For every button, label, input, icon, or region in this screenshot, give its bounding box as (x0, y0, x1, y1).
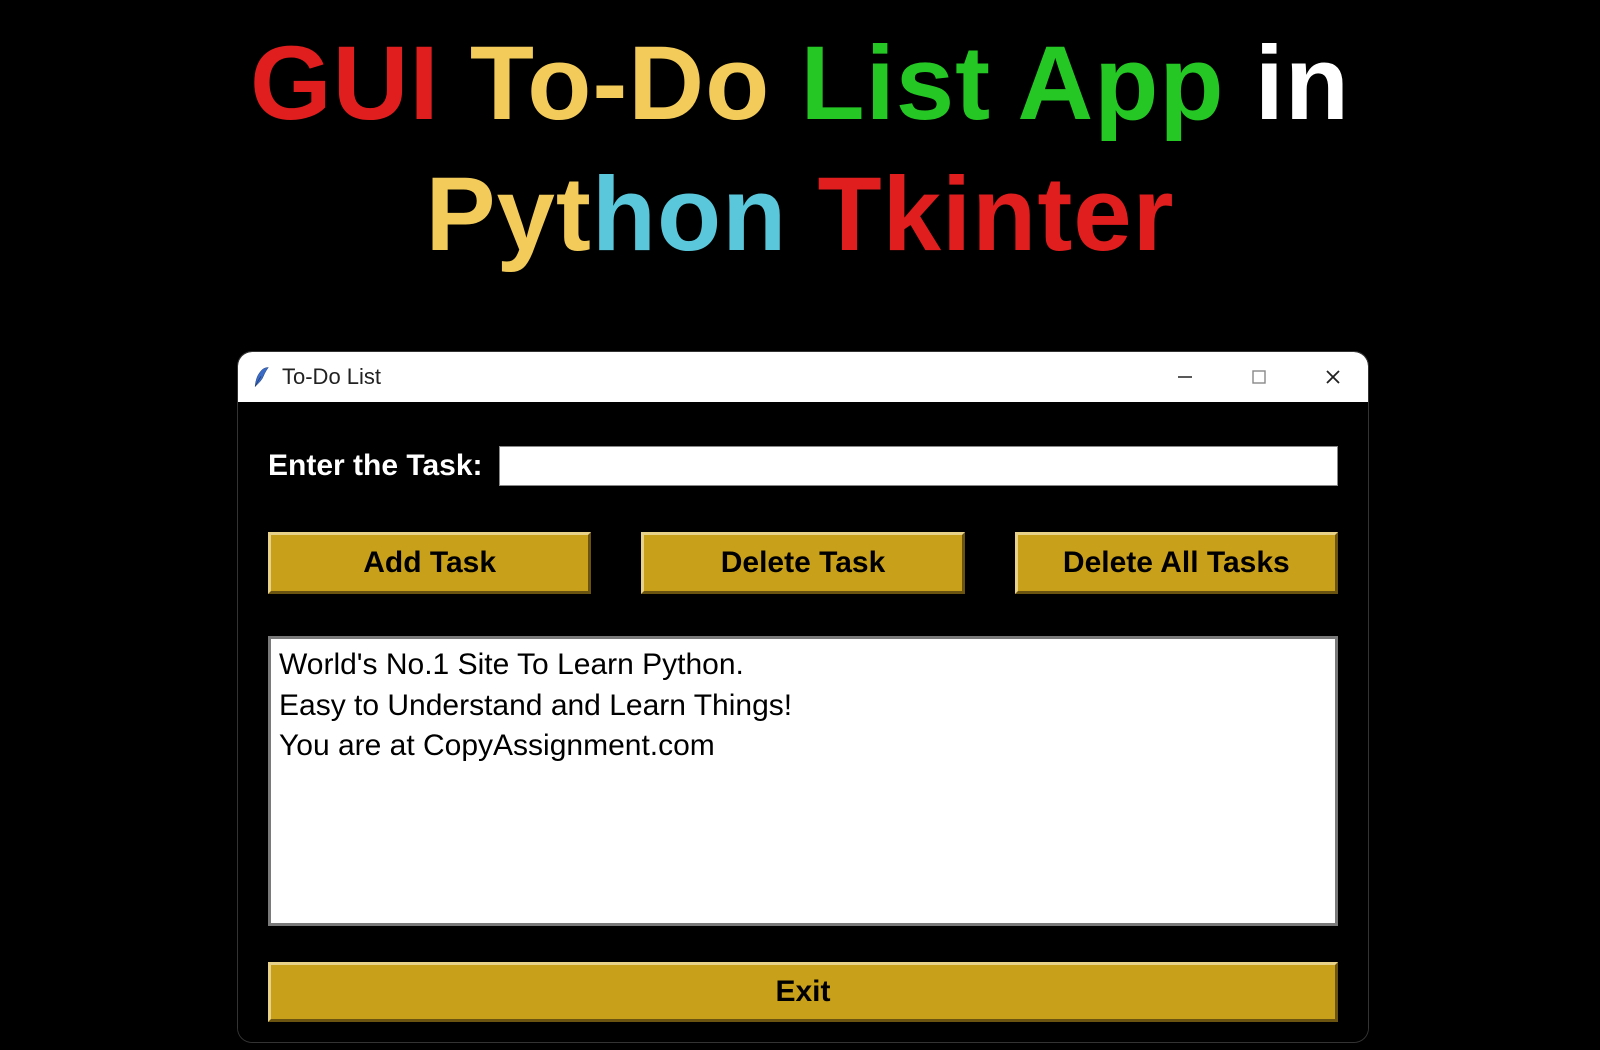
task-listbox[interactable]: World's No.1 Site To Learn Python. Easy … (268, 636, 1338, 926)
minimize-button[interactable] (1172, 364, 1198, 390)
headline-word-pyt: Pyt (425, 156, 591, 273)
client-area: Enter the Task: Add Task Delete Task Del… (238, 402, 1368, 1042)
delete-all-tasks-button[interactable]: Delete All Tasks (1015, 532, 1338, 594)
task-input[interactable] (499, 446, 1339, 486)
headline-word-app: App (1017, 25, 1224, 142)
add-task-button[interactable]: Add Task (268, 532, 591, 594)
headline-word-tkinter: Tkinter (817, 156, 1174, 273)
headline-word-list: List (800, 25, 991, 142)
headline-word-in: in (1255, 25, 1350, 142)
window-controls (1172, 364, 1354, 390)
delete-task-button[interactable]: Delete Task (641, 532, 964, 594)
app-icon (252, 366, 270, 388)
exit-button[interactable]: Exit (268, 962, 1338, 1022)
app-window: To-Do List Enter the Task: Add Task (238, 352, 1368, 1042)
headline-word-gui: GUI (250, 25, 440, 142)
task-input-row: Enter the Task: (268, 446, 1338, 486)
headline-word-hon: hon (592, 156, 787, 273)
list-item[interactable]: World's No.1 Site To Learn Python. (279, 645, 1327, 686)
close-button[interactable] (1320, 364, 1346, 390)
maximize-button[interactable] (1246, 364, 1272, 390)
task-input-label: Enter the Task: (268, 449, 483, 483)
page-headline: GUI To-Do List App in Python Tkinter (0, 0, 1600, 281)
list-item[interactable]: Easy to Understand and Learn Things! (279, 686, 1327, 727)
window-title: To-Do List (282, 364, 1160, 390)
action-button-row: Add Task Delete Task Delete All Tasks (268, 532, 1338, 594)
headline-word-todo: To-Do (470, 25, 770, 142)
list-item[interactable]: You are at CopyAssignment.com (279, 726, 1327, 767)
titlebar[interactable]: To-Do List (238, 352, 1368, 402)
